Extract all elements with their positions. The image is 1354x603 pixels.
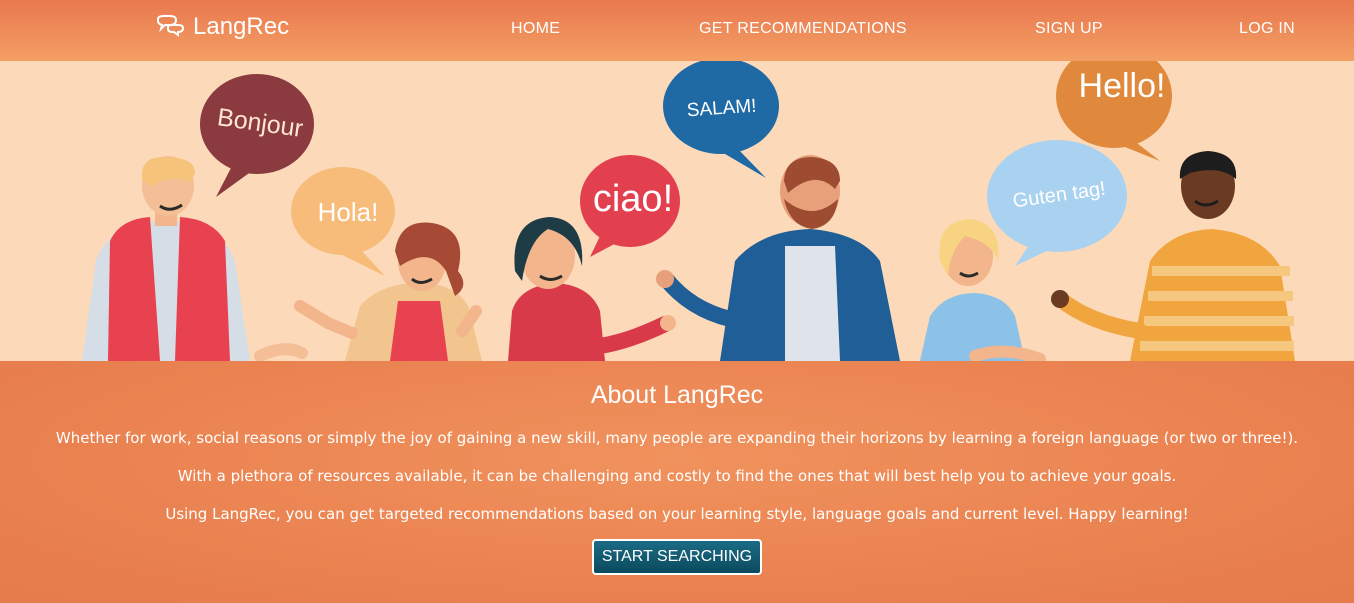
top-navbar: LangRec HOME GET RECOMMENDATIONS SIGN UP… [0,0,1354,61]
bubble-hello-text: Hello! [1079,67,1166,105]
about-section: About LangRec Whether for work, social r… [0,361,1354,603]
nav-sign-up[interactable]: SIGN UP [1035,20,1103,38]
nav-get-recommendations[interactable]: GET RECOMMENDATIONS [699,20,907,38]
about-paragraph-2: With a plethora of resources available, … [177,467,1177,485]
hero-illustration: Bonjour Hola! ciao! SALAM! Guten tag! He… [0,61,1354,361]
about-paragraph-3: Using LangRec, you can get targeted reco… [165,505,1189,523]
person-blue-jacket [656,155,900,361]
bubble-salam: SALAM! [663,61,779,178]
people-talking-illustration: Bonjour Hola! ciao! SALAM! Guten tag! He… [82,61,1295,361]
bubble-bonjour: Bonjour [200,74,314,197]
start-searching-button[interactable]: START SEARCHING [591,539,763,575]
nav-home[interactable]: HOME [511,20,560,38]
brand-name: LangRec [193,13,290,40]
chat-bubbles-icon [157,15,185,37]
about-title: About LangRec [590,381,764,409]
bubble-hola: Hola! [291,167,395,276]
nav-log-in[interactable]: LOG IN [1239,20,1295,38]
person-red-vest [82,156,308,361]
bubble-hola-text: Hola! [318,197,379,227]
bubble-ciao: ciao! [580,155,680,257]
bubble-guten-tag: Guten tag! [987,140,1127,266]
bubble-ciao-text: ciao! [593,178,673,220]
about-paragraph-1: Whether for work, social reasons or simp… [55,429,1299,447]
brand-logo[interactable]: LangRec [155,13,289,41]
